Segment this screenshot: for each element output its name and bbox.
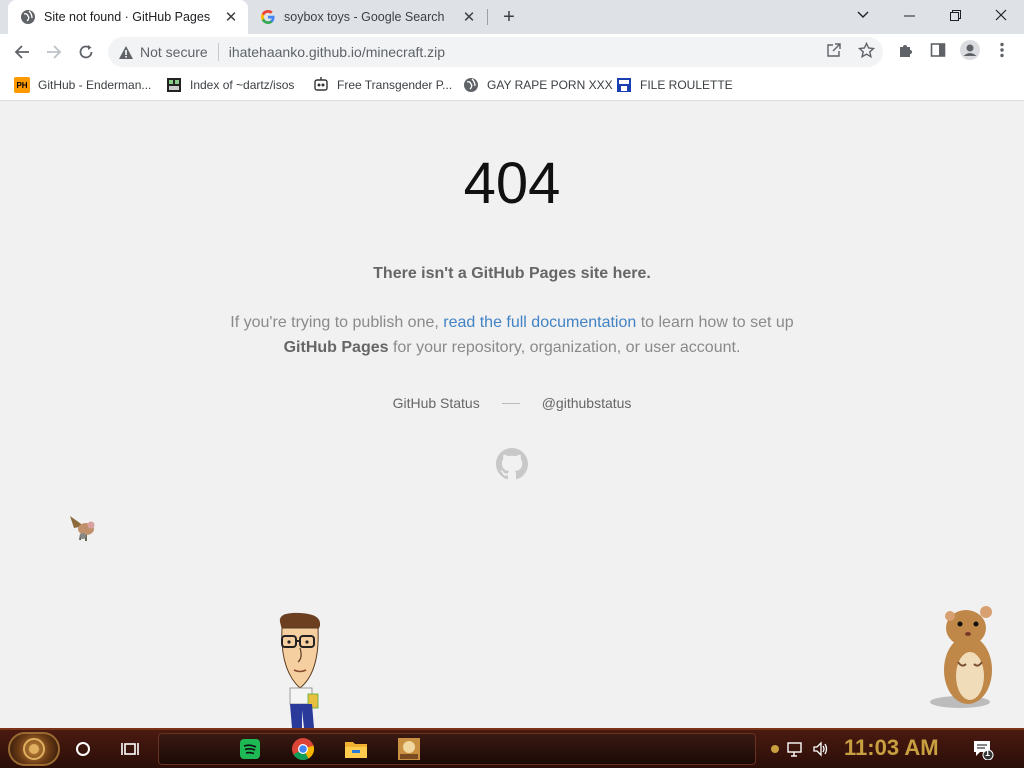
- bookmark-free-transgender[interactable]: Free Transgender P...: [313, 75, 452, 95]
- taskbar: 11:03 AM 1: [0, 728, 1024, 768]
- bookmarks-bar: PH GitHub - Enderman... Index of ~dartz/…: [0, 70, 1024, 101]
- bookmark-index-dartz[interactable]: Index of ~dartz/isos: [166, 75, 294, 95]
- warning-triangle-icon[interactable]: [118, 44, 134, 60]
- circle-search-icon: [76, 742, 90, 756]
- tab-google-search[interactable]: soybox toys - Google Search ✕: [248, 0, 486, 34]
- bookmark-label: FILE ROULETTE: [640, 78, 733, 92]
- menu-button[interactable]: [993, 41, 1011, 59]
- tray-overflow-icon[interactable]: [766, 740, 784, 758]
- footer-links: GitHub Status @githubstatus: [0, 395, 1024, 411]
- arrow-left-icon: [14, 45, 29, 59]
- cortana-search-button[interactable]: [70, 736, 96, 762]
- task-view-button[interactable]: [117, 736, 143, 762]
- globe-icon: [463, 77, 479, 93]
- footer-divider: [501, 402, 520, 404]
- bookmark-file-roulette[interactable]: FILE ROULETTE: [616, 75, 733, 95]
- tab-search-button[interactable]: [840, 0, 886, 30]
- bookmark-label: Free Transgender P...: [337, 78, 453, 92]
- desc-text: If you're trying to publish one,: [230, 314, 444, 331]
- back-button[interactable]: [8, 38, 36, 66]
- notification-count: 1: [985, 748, 991, 758]
- avatar-icon: [960, 40, 980, 60]
- file-explorer-icon: [345, 742, 367, 758]
- cartoon-man-mascot-icon: [270, 610, 330, 733]
- globe-icon: [20, 9, 36, 25]
- url-text[interactable]: ihatehaanko.github.io/minecraft.zip: [229, 44, 445, 60]
- reload-icon: [79, 45, 93, 59]
- bookmark-star-button[interactable]: [857, 41, 875, 59]
- start-orb-icon: [23, 738, 45, 760]
- volume-icon[interactable]: [812, 740, 830, 758]
- octocat-icon[interactable]: [496, 448, 528, 480]
- minimize-button[interactable]: [886, 0, 932, 30]
- share-button[interactable]: [825, 41, 843, 59]
- bookmark-label: GAY RAPE PORN XXX: [487, 78, 613, 92]
- restore-icon: [949, 9, 961, 21]
- error-code-heading: 404: [463, 151, 561, 216]
- puzzle-icon: [900, 45, 912, 57]
- close-tab-icon[interactable]: ✕: [220, 6, 242, 28]
- file-explorer-app-button[interactable]: [344, 737, 368, 761]
- ph-icon: PH: [14, 77, 30, 93]
- extensions-button[interactable]: [897, 41, 915, 59]
- forward-button[interactable]: [40, 38, 68, 66]
- desc-text: to learn how to set up: [636, 314, 794, 331]
- githubstatus-twitter-link[interactable]: @githubstatus: [542, 395, 632, 411]
- bookmark-github-enderman[interactable]: PH GitHub - Enderman...: [14, 75, 151, 95]
- kebab-menu-icon: [1000, 42, 1004, 58]
- desc-strong: GitHub Pages: [283, 339, 389, 356]
- profile-button[interactable]: [960, 40, 980, 60]
- omnibox-divider: [217, 43, 219, 61]
- chevron-down-icon: [857, 11, 869, 18]
- side-panel-icon: [930, 43, 946, 57]
- network-icon[interactable]: [787, 740, 805, 758]
- robot-icon: [313, 77, 329, 93]
- tab-site-not-found[interactable]: Site not found · GitHub Pages ✕: [8, 0, 248, 34]
- error-description: If you're trying to publish one, read th…: [212, 310, 812, 360]
- bookmark-label: Index of ~dartz/isos: [190, 78, 295, 92]
- game-icon: [398, 738, 420, 760]
- bookmark-gay-rape-porn[interactable]: GAY RAPE PORN XXX: [463, 75, 613, 95]
- tab-strip: Site not found · GitHub Pages ✕ soybox t…: [0, 0, 1024, 34]
- notification-icon: [974, 741, 994, 760]
- reload-button[interactable]: [72, 38, 100, 66]
- share-icon: [827, 43, 841, 57]
- close-icon: [995, 9, 1007, 21]
- taskbar-clock[interactable]: 11:03 AM: [844, 735, 939, 761]
- tab-title: soybox toys - Google Search: [284, 10, 445, 24]
- close-tab-icon[interactable]: ✕: [458, 6, 480, 28]
- github-status-link[interactable]: GitHub Status: [393, 395, 480, 411]
- spotify-app-button[interactable]: [238, 737, 262, 761]
- google-g-icon: [260, 9, 276, 25]
- tab-separator: [487, 9, 488, 25]
- bird-mascot-icon: [66, 512, 102, 549]
- side-panel-button[interactable]: [929, 41, 947, 59]
- new-tab-button[interactable]: +: [497, 5, 521, 29]
- arrow-right-icon: [47, 45, 62, 59]
- address-bar[interactable]: Not secure ihatehaanko.github.io/minecra…: [108, 37, 883, 67]
- error-subtitle: There isn't a GitHub Pages site here.: [373, 265, 651, 282]
- spotify-icon: [240, 739, 260, 759]
- star-icon: [857, 41, 875, 58]
- security-label[interactable]: Not secure: [140, 44, 208, 60]
- minimize-icon: [903, 15, 915, 16]
- restore-button[interactable]: [932, 0, 978, 30]
- browser-toolbar: Not secure ihatehaanko.github.io/minecra…: [0, 34, 1024, 70]
- notification-center-button[interactable]: 1: [972, 738, 994, 760]
- folder-icon: [166, 77, 182, 93]
- close-window-button[interactable]: [978, 0, 1024, 30]
- task-view-icon: [121, 743, 139, 755]
- game-app-button[interactable]: [397, 737, 421, 761]
- tab-title: Site not found · GitHub Pages: [44, 10, 211, 24]
- chrome-app-button[interactable]: [291, 737, 315, 761]
- bookmark-label: GitHub - Enderman...: [38, 78, 152, 92]
- documentation-link[interactable]: read the full documentation: [443, 314, 636, 331]
- hamster-mascot-icon: [920, 602, 1010, 717]
- file-icon: [616, 77, 632, 93]
- start-button[interactable]: [8, 732, 60, 766]
- page-content: 404 There isn't a GitHub Pages site here…: [0, 102, 1024, 728]
- chrome-icon: [292, 738, 315, 760]
- desc-text: for your repository, organization, or us…: [388, 339, 741, 356]
